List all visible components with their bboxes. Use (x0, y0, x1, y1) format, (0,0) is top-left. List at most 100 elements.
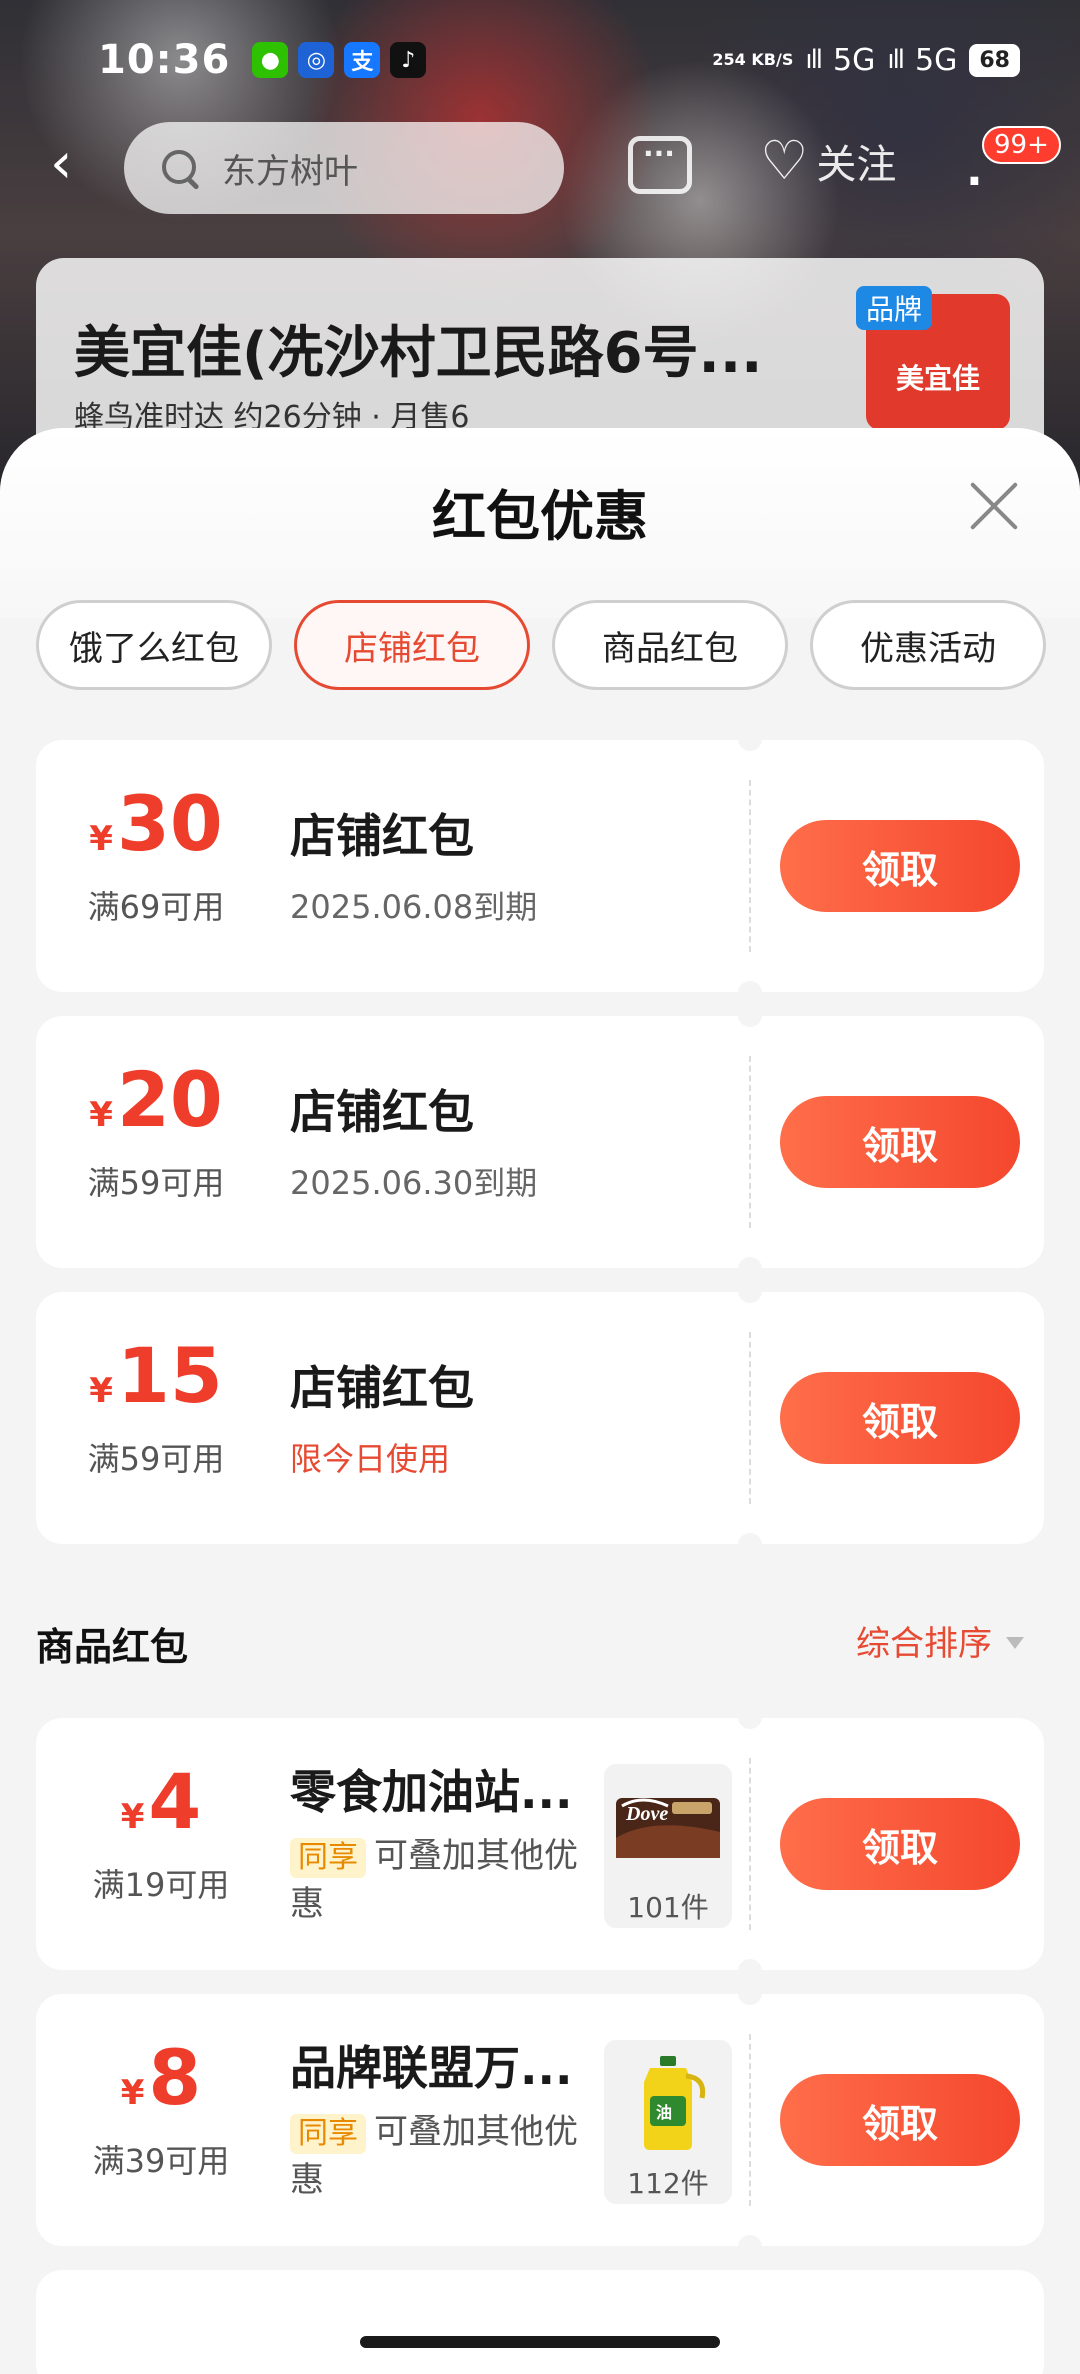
coupon-amount: ¥4 (36, 1762, 286, 1842)
shared-tag: 同享 (290, 2114, 366, 2154)
coupon-title: 店铺红包 (290, 1085, 474, 1139)
dashed-divider (749, 1332, 751, 1504)
store-nav-bar: ‹ 东方树叶 ♡ 关注 · 99+ (0, 118, 1080, 218)
claim-button[interactable]: 领取 (780, 2074, 1020, 2166)
home-indicator[interactable] (360, 2336, 720, 2348)
product-thumbnail[interactable]: 油 112件 (604, 2040, 732, 2204)
card-notch (738, 2235, 762, 2247)
back-arrow-icon[interactable]: ‹ (50, 136, 94, 196)
claim-button[interactable]: 领取 (780, 1372, 1020, 1464)
tab-promotions[interactable]: 优惠活动 (810, 600, 1046, 690)
coupon-tabs: 饿了么红包 店铺红包 商品红包 优惠活动 (36, 600, 1046, 690)
card-notch (738, 1959, 762, 1971)
goods-coupon-card-partial (36, 2270, 1044, 2374)
coupon-expiry: 限今日使用 (290, 1440, 451, 1478)
currency-symbol: ¥ (120, 2073, 145, 2113)
dashed-divider (749, 1758, 751, 1930)
claim-button[interactable]: 领取 (780, 1798, 1020, 1890)
sheet-title: 红包优惠 (432, 485, 648, 548)
wechat-icon: ● (252, 42, 289, 78)
dove-chocolate-icon: Dove (616, 1798, 720, 1858)
status-bar: 10:36 ● ◎ 支 ♪ 254 KB/S ıll 5G ıll 5G 68 (0, 30, 1080, 90)
network-label-1: 5G (833, 42, 876, 78)
card-notch (738, 739, 762, 751)
status-indicators: 254 KB/S ıll 5G ıll 5G 68 (712, 43, 1020, 78)
amount-value: 30 (116, 779, 223, 868)
claim-button[interactable]: 领取 (780, 1096, 1020, 1188)
amount-value: 15 (116, 1331, 223, 1420)
close-icon[interactable] (966, 478, 1022, 534)
coupon-amount: ¥8 (36, 2038, 286, 2118)
follow-label: 关注 (816, 142, 897, 188)
currency-symbol: ¥ (89, 819, 113, 859)
coupon-condition: 满59可用 (87, 1440, 225, 1478)
shared-tag: 同享 (290, 1838, 366, 1878)
coupon-expiry: 2025.06.08到期 (290, 888, 538, 926)
card-notch (738, 1291, 762, 1303)
tiktok-icon: ♪ (390, 42, 427, 78)
coupon-amount: ¥20 (36, 1060, 276, 1140)
card-notch (738, 1257, 762, 1269)
qq-browser-icon: ◎ (298, 42, 335, 78)
battery-icon: 68 (969, 43, 1020, 77)
card-notch (738, 981, 762, 993)
coupon-title: 店铺红包 (290, 809, 474, 863)
dashed-divider (749, 2034, 751, 2206)
claim-button[interactable]: 领取 (780, 820, 1020, 912)
amount-value: 4 (148, 1757, 202, 1846)
product-thumbnail[interactable]: Dove 101件 (604, 1764, 732, 1928)
follow-button[interactable]: ♡ 关注 (760, 132, 896, 190)
heart-icon: ♡ (760, 129, 809, 192)
coupon-sheet: 红包优惠 饿了么红包 店铺红包 商品红包 优惠活动 ¥30 满69可用 店铺红包… (0, 428, 1080, 2374)
search-bar[interactable]: 东方树叶 (124, 122, 564, 214)
coupon-condition: 满59可用 (87, 1164, 225, 1202)
more-button[interactable]: · 99+ (960, 126, 1061, 216)
currency-symbol: ¥ (120, 1797, 145, 1837)
status-app-icons: ● ◎ 支 ♪ (252, 42, 427, 78)
tab-store-coupon[interactable]: 店铺红包 (294, 600, 530, 690)
coupon-condition: 满69可用 (87, 888, 225, 926)
amount-value: 8 (148, 2033, 202, 2122)
coupon-amount: ¥30 (36, 784, 276, 864)
card-notch (738, 1533, 762, 1545)
coupon-description: 同享 可叠加其他优惠 (290, 2108, 590, 2204)
card-notch (738, 1717, 762, 1729)
tab-eleme-coupon[interactable]: 饿了么红包 (36, 600, 272, 690)
svg-text:Dove: Dove (625, 1803, 668, 1825)
brand-tag: 品牌 (856, 286, 933, 330)
product-count: 101件 (627, 1891, 709, 1924)
store-coupon-card: ¥30 满69可用 店铺红包 2025.06.08到期 领取 (36, 739, 1044, 993)
currency-symbol: ¥ (89, 1371, 113, 1411)
search-icon (160, 148, 200, 188)
signal-icon-2: ıll (887, 45, 905, 75)
coupon-title: 品牌联盟万... (290, 2041, 573, 2095)
more-icon: · (966, 156, 983, 207)
store-coupon-card: ¥15 满59可用 店铺红包 限今日使用 领取 (36, 1291, 1044, 1545)
coupon-condition: 满19可用 (92, 1866, 230, 1904)
tab-goods-coupon[interactable]: 商品红包 (552, 600, 788, 690)
search-placeholder: 东方树叶 (222, 151, 358, 192)
sort-dropdown[interactable]: 综合排序 (856, 1616, 1024, 1665)
card-notch (738, 1015, 762, 1027)
alipay-icon: 支 (344, 42, 381, 78)
store-name: 美宜佳(冼沙村卫民路6号... (74, 321, 763, 386)
store-coupon-card: ¥20 满59可用 店铺红包 2025.06.30到期 领取 (36, 1015, 1044, 1269)
net-speed: 254 KB/S (712, 50, 794, 69)
message-count-badge: 99+ (982, 126, 1061, 164)
chat-icon[interactable] (628, 136, 692, 194)
caret-down-icon (1006, 1636, 1024, 1649)
amount-value: 20 (116, 1055, 223, 1144)
sort-label: 综合排序 (856, 1624, 992, 1664)
cooking-oil-bottle-icon: 油 (644, 2056, 706, 2150)
signal-icon: ıll (805, 45, 823, 75)
card-notch (738, 1993, 762, 2005)
dashed-divider (749, 1056, 751, 1228)
goods-coupon-card: ¥8 满39可用 品牌联盟万... 同享 可叠加其他优惠 油 112件 领取 (36, 1993, 1044, 2247)
product-count: 112件 (627, 2167, 709, 2200)
svg-text:油: 油 (656, 2103, 672, 2122)
coupon-title: 零食加油站... (290, 1765, 573, 1819)
currency-symbol: ¥ (89, 1095, 113, 1135)
dashed-divider (749, 780, 751, 952)
goods-section-title: 商品红包 (36, 1625, 189, 1669)
coupon-expiry: 2025.06.30到期 (290, 1164, 538, 1202)
